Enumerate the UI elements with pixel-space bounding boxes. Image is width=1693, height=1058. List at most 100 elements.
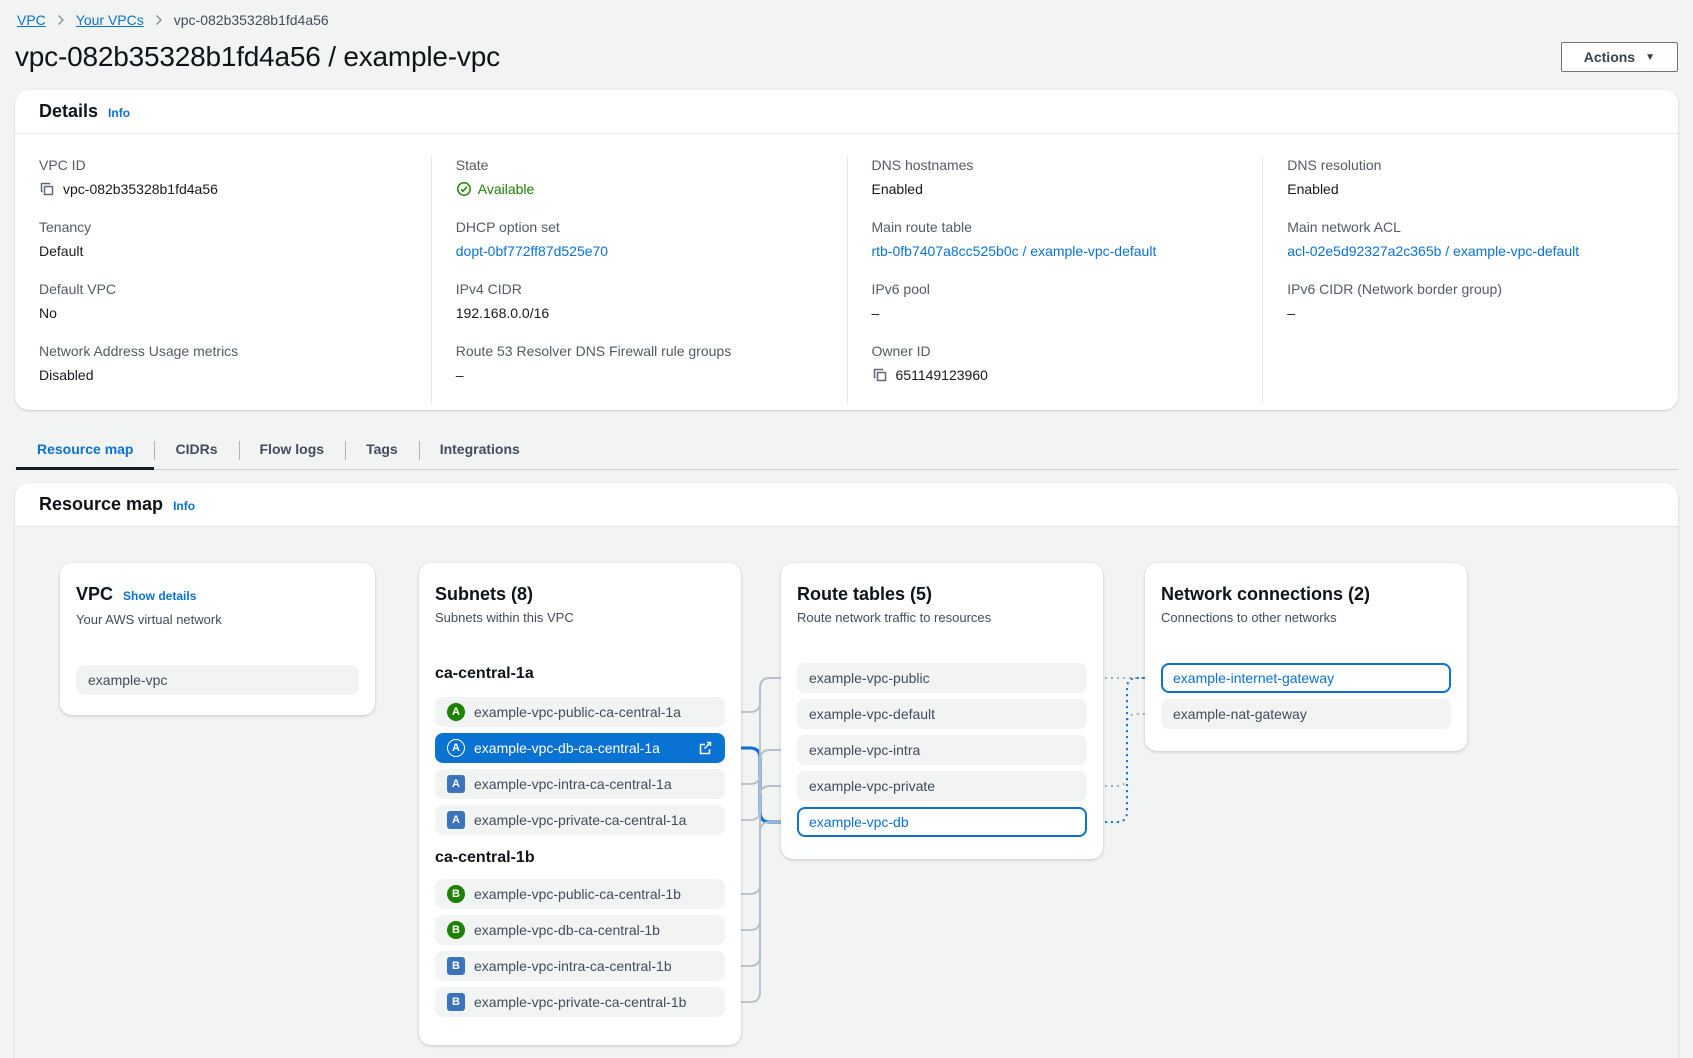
detail-field-label: Main network ACL (1287, 218, 1654, 236)
conn-item-label: example-internet-gateway (1173, 670, 1334, 686)
detail-field-text: No (39, 303, 57, 323)
detail-field-label: IPv6 CIDR (Network border group) (1287, 280, 1654, 298)
vpc-card-title: VPC (76, 583, 113, 605)
subnet-item-label: example-vpc-intra-ca-central-1b (474, 958, 672, 974)
subnet-item-label: example-vpc-private-ca-central-1b (474, 994, 686, 1010)
availability-zone-badge: B (447, 957, 465, 975)
subnet-item[interactable]: Aexample-vpc-intra-ca-central-1a (435, 769, 725, 799)
detail-field-link[interactable]: acl-02e5d92327a2c365b / example-vpc-defa… (1287, 241, 1579, 261)
detail-field-value: dopt-0bf772ff87d525e70 (456, 241, 823, 261)
detail-field-value: rtb-0fb7407a8cc525b0c / example-vpc-defa… (872, 241, 1239, 261)
breadcrumb-link[interactable]: VPC (17, 12, 46, 28)
detail-field: VPC IDvpc-082b35328b1fd4a56 (39, 156, 407, 199)
route-item[interactable]: example-vpc-intra (797, 735, 1087, 765)
subnet-item-label: example-vpc-private-ca-central-1a (474, 812, 686, 828)
title-row: vpc-082b35328b1fd4a56 / example-vpc Acti… (15, 41, 1678, 73)
resource-map-info-link[interactable]: Info (173, 499, 195, 513)
subnets-card-title: Subnets (8) (435, 583, 533, 605)
detail-field-value: acl-02e5d92327a2c365b / example-vpc-defa… (1287, 241, 1654, 261)
detail-field-text: Enabled (872, 179, 923, 199)
detail-field-label: IPv6 pool (872, 280, 1239, 298)
conn-item-label: example-nat-gateway (1173, 706, 1307, 722)
chevron-right-icon (154, 14, 164, 26)
network-connections-card: Network connections (2) Connections to o… (1145, 563, 1467, 751)
detail-field-text: – (1287, 303, 1295, 323)
tab-cidrs[interactable]: CIDRs (154, 431, 238, 470)
detail-field: Main network ACL acl-02e5d92327a2c365b / … (1287, 218, 1654, 261)
route-table-items: example-vpc-public example-vpc-default exa… (797, 663, 1087, 837)
detail-field-text: – (872, 303, 880, 323)
detail-field: Network Address Usage metricsDisabled (39, 342, 407, 385)
detail-field-text: 651149123960 (896, 365, 988, 385)
route-item[interactable]: example-vpc-public (797, 663, 1087, 693)
detail-field: IPv4 CIDR192.168.0.0/16 (456, 280, 823, 323)
detail-field-link[interactable]: dopt-0bf772ff87d525e70 (456, 241, 608, 261)
actions-button-label: Actions (1584, 49, 1635, 65)
network-connections-card-subtitle: Connections to other networks (1161, 609, 1451, 626)
detail-field: Route 53 Resolver DNS Firewall rule grou… (456, 342, 823, 385)
show-details-link[interactable]: Show details (123, 585, 196, 607)
subnet-item[interactable]: Bexample-vpc-public-ca-central-1b (435, 879, 725, 909)
detail-field-value: vpc-082b35328b1fd4a56 (39, 179, 407, 199)
availability-zone-badge: A (447, 811, 465, 829)
vpc-card: VPC Show details Your AWS virtual networ… (60, 563, 375, 715)
subnet-item-label: example-vpc-intra-ca-central-1a (474, 776, 672, 792)
detail-field: IPv6 CIDR (Network border group) – (1287, 280, 1654, 323)
resource-map-title: Resource map (39, 494, 163, 515)
tab-flow-logs[interactable]: Flow logs (239, 431, 346, 470)
detail-field: Tenancy Default (39, 218, 407, 261)
detail-field-link[interactable]: rtb-0fb7407a8cc525b0c / example-vpc-defa… (872, 241, 1157, 261)
tab-integrations[interactable]: Integrations (419, 431, 541, 470)
detail-field-value: No (39, 303, 407, 323)
subnet-group-title: ca-central-1a (435, 665, 725, 683)
subnet-item-label: example-vpc-db-ca-central-1b (474, 922, 660, 938)
details-column: StateAvailableDHCP option setdopt-0bf772… (431, 156, 847, 404)
copy-icon[interactable] (39, 181, 55, 197)
detail-field-value: Available (456, 179, 823, 199)
detail-field-value: – (872, 303, 1239, 323)
detail-field-value: Disabled (39, 365, 407, 385)
detail-field: Main route tablertb-0fb7407a8cc525b0c / … (872, 218, 1239, 261)
route-item[interactable]: example-vpc-db (797, 807, 1087, 837)
route-tables-card-subtitle: Route network traffic to resources (797, 609, 1087, 626)
route-tables-card-title: Route tables (5) (797, 583, 932, 605)
external-link-icon[interactable] (697, 740, 713, 756)
subnet-item[interactable]: Bexample-vpc-intra-ca-central-1b (435, 951, 725, 981)
tab-tags[interactable]: Tags (345, 431, 419, 470)
details-panel-header: Details Info (15, 90, 1678, 134)
detail-field-label: Tenancy (39, 218, 407, 236)
details-column: VPC IDvpc-082b35328b1fd4a56 Tenancy Defaul… (15, 156, 431, 404)
breadcrumb-link[interactable]: Your VPCs (76, 12, 144, 28)
detail-field-value: Default (39, 241, 407, 261)
chevron-right-icon (56, 14, 66, 26)
actions-button[interactable]: Actions ▼ (1561, 42, 1678, 72)
resource-map-canvas: VPC Show details Your AWS virtual networ… (15, 527, 1678, 1058)
status-text: Available (478, 179, 535, 199)
detail-field: Owner ID651149123960 (872, 342, 1239, 385)
subnet-item[interactable]: Bexample-vpc-private-ca-central-1b (435, 987, 725, 1017)
detail-field-value: Enabled (872, 179, 1239, 199)
conn-item[interactable]: example-nat-gateway (1161, 699, 1451, 729)
page: VPC Your VPCs vpc-082b35328b1fd4a56 vpc-08… (0, 0, 1693, 1058)
external-link-icon (697, 740, 713, 756)
chevron-right-icon (56, 14, 66, 26)
detail-field-value: Enabled (1287, 179, 1654, 199)
vpc-item-label: example-vpc (88, 672, 167, 688)
detail-field-text: Default (39, 241, 83, 261)
details-grid: VPC IDvpc-082b35328b1fd4a56 Tenancy Defaul… (15, 134, 1678, 410)
subnet-item[interactable]: Aexample-vpc-db-ca-central-1a (435, 733, 725, 763)
subnet-item[interactable]: Aexample-vpc-public-ca-central-1a (435, 697, 725, 727)
route-item[interactable]: example-vpc-private (797, 771, 1087, 801)
details-info-link[interactable]: Info (108, 106, 130, 120)
route-item[interactable]: example-vpc-default (797, 699, 1087, 729)
copy-icon[interactable] (872, 367, 888, 383)
status-badge: Available (456, 179, 535, 199)
vpc-item[interactable]: example-vpc (76, 665, 359, 695)
subnet-item[interactable]: Aexample-vpc-private-ca-central-1a (435, 805, 725, 835)
subnet-groups: ca-central-1a Aexample-vpc-public-ca-cent… (435, 665, 725, 1017)
subnet-item[interactable]: Bexample-vpc-db-ca-central-1b (435, 915, 725, 945)
details-column: DNS hostnamesEnabledMain route tablertb-… (847, 156, 1263, 404)
conn-item[interactable]: example-internet-gateway (1161, 663, 1451, 693)
breadcrumb-current: vpc-082b35328b1fd4a56 (174, 12, 329, 28)
tab-resource-map[interactable]: Resource map (16, 431, 154, 470)
